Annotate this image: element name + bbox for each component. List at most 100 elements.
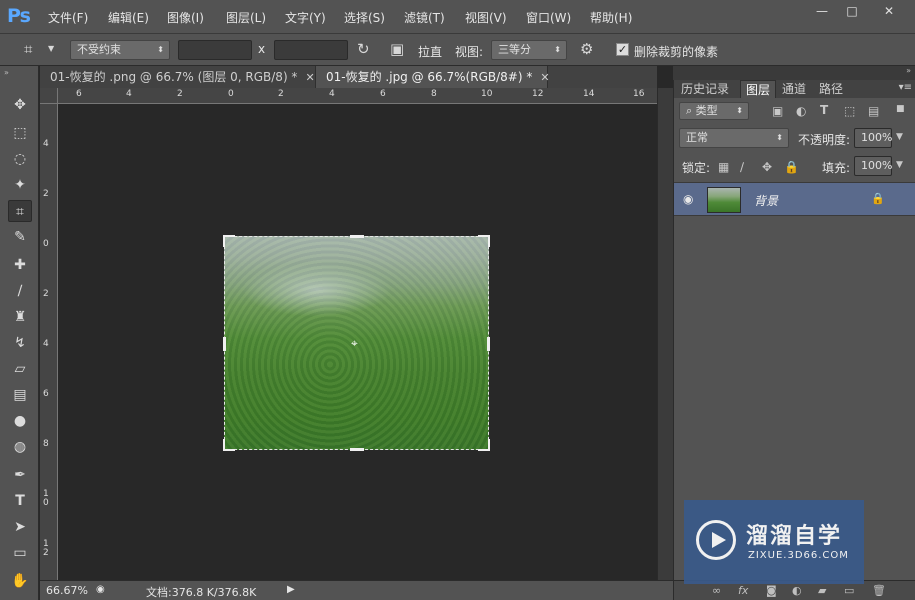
clear-rotate-icon[interactable]: ↻	[357, 40, 370, 58]
tab-paths[interactable]: 路径	[814, 80, 848, 98]
gear-icon[interactable]: ⚙	[580, 40, 593, 58]
chevron-down-icon[interactable]: ▼	[48, 44, 54, 53]
ratio-select[interactable]: 不受约束 ⬍	[70, 40, 170, 60]
menu-type[interactable]: 文字(Y)	[285, 9, 326, 26]
delete-cropped-checkbox[interactable]: ✓	[616, 43, 629, 56]
blur-tool-icon[interactable]: ●	[8, 410, 32, 432]
lock-position-icon[interactable]: ✥	[762, 160, 772, 174]
tab-document-png[interactable]: 01-恢复的 .png @ 66.7% (图层 0, RGB/8) * ✕	[40, 66, 316, 88]
menu-help[interactable]: 帮助(H)	[590, 9, 632, 26]
tab-history[interactable]: 历史记录	[676, 80, 734, 98]
crop-handle[interactable]	[478, 439, 490, 451]
eyedropper-tool-icon[interactable]: ✎	[8, 226, 32, 248]
opacity-input[interactable]: 100%	[854, 128, 892, 148]
menu-edit[interactable]: 编辑(E)	[108, 9, 149, 26]
mask-icon[interactable]: ◙	[766, 584, 777, 597]
type-tool-icon[interactable]: T	[8, 490, 32, 512]
height-input[interactable]	[274, 40, 348, 60]
close-icon[interactable]: ✕	[305, 71, 314, 84]
menu-window[interactable]: 窗口(W)	[526, 9, 571, 26]
tab-document-jpg[interactable]: 01-恢复的 .jpg @ 66.7%(RGB/8#) * ✕	[316, 66, 550, 88]
lasso-tool-icon[interactable]: ◌	[8, 148, 32, 170]
panel-menu-icon[interactable]: ▾≡	[899, 82, 912, 93]
straighten-label[interactable]: 拉直	[418, 43, 442, 60]
trash-icon[interactable]: 🗑	[872, 584, 886, 597]
width-input[interactable]	[178, 40, 252, 60]
gradient-tool-icon[interactable]: ▤	[8, 384, 32, 406]
adjustment-filter-icon[interactable]: ◐	[796, 104, 806, 118]
expand-arrow-icon[interactable]: ▶	[287, 584, 295, 595]
zoom-level[interactable]: 66.67%	[46, 584, 88, 597]
minimize-button[interactable]: —	[808, 2, 836, 20]
menu-select[interactable]: 选择(S)	[344, 9, 385, 26]
eraser-tool-icon[interactable]: ▱	[8, 358, 32, 380]
document-canvas[interactable]: ⌖	[59, 104, 657, 580]
straighten-icon[interactable]: ▣	[390, 40, 404, 58]
crop-handle[interactable]	[478, 235, 490, 247]
shape-filter-icon[interactable]: ⬚	[844, 104, 855, 118]
crop-tool-icon[interactable]: ⌗	[8, 200, 32, 222]
history-brush-tool-icon[interactable]: ↯	[8, 332, 32, 354]
crop-tool-preset-icon[interactable]: ⌗	[24, 40, 32, 58]
filter-toggle-icon[interactable]: ■	[896, 104, 905, 114]
fill-input[interactable]: 100%	[854, 156, 892, 176]
status-bar: 66.67% ◉ 文档:376.8 K/376.8K ▶	[40, 580, 673, 600]
crop-handle[interactable]	[350, 448, 364, 451]
group-folder-icon[interactable]: ▰	[818, 584, 826, 597]
pixel-filter-icon[interactable]: ▣	[772, 104, 783, 118]
dodge-tool-icon[interactable]: ◍	[8, 436, 32, 458]
chevron-down-icon[interactable]: ▼	[896, 132, 903, 142]
lock-all-icon[interactable]: 🔒	[784, 160, 799, 174]
collapse-icon[interactable]: »	[4, 68, 9, 77]
layer-filter-select[interactable]: ⌕ 类型 ⬍	[679, 102, 749, 120]
crop-handle[interactable]	[350, 235, 364, 238]
lock-label: 锁定:	[682, 161, 711, 175]
brush-tool-icon[interactable]: ∕	[8, 280, 32, 302]
crop-handle[interactable]	[487, 337, 490, 351]
menu-layer[interactable]: 图层(L)	[226, 9, 266, 26]
fx-icon[interactable]: fx	[738, 584, 748, 597]
collapse-icon[interactable]: »	[906, 66, 911, 75]
close-icon[interactable]: ✕	[540, 71, 549, 84]
crop-center-icon[interactable]: ⌖	[351, 336, 358, 351]
crop-handle[interactable]	[223, 235, 235, 247]
lock-pixels-icon[interactable]: ∕	[740, 160, 744, 174]
menu-filter[interactable]: 滤镜(T)	[404, 9, 445, 26]
healing-brush-tool-icon[interactable]: ✚	[8, 254, 32, 276]
move-tool-icon[interactable]: ✥	[8, 94, 32, 116]
tab-channels[interactable]: 通道	[777, 80, 811, 98]
chevron-down-icon[interactable]: ▼	[896, 160, 903, 170]
ruler-label: 12	[43, 539, 49, 558]
menu-image[interactable]: 图像(I)	[167, 9, 204, 26]
link-icon[interactable]: ∞	[712, 584, 721, 597]
path-selection-tool-icon[interactable]: ➤	[8, 516, 32, 538]
close-button[interactable]: ✕	[868, 2, 910, 20]
rectangle-tool-icon[interactable]: ▭	[8, 542, 32, 564]
marquee-tool-icon[interactable]: ⬚	[8, 122, 32, 144]
menu-file[interactable]: 文件(F)	[48, 9, 88, 26]
layer-name[interactable]: 背景	[754, 192, 778, 209]
smart-object-filter-icon[interactable]: ▤	[868, 104, 879, 118]
crop-handle[interactable]	[223, 439, 235, 451]
maximize-button[interactable]: □	[838, 2, 866, 20]
ruler-origin[interactable]	[40, 88, 58, 104]
lock-transparent-icon[interactable]: ▦	[718, 160, 729, 174]
view-select[interactable]: 三等分 ⬍	[491, 40, 567, 60]
pen-tool-icon[interactable]: ✒	[8, 464, 32, 486]
new-layer-icon[interactable]: ▭	[844, 584, 854, 597]
canvas-scrollbar[interactable]	[657, 88, 673, 580]
visibility-eye-icon[interactable]: ◉	[683, 192, 693, 206]
app-logo: Ps	[7, 5, 31, 27]
delete-cropped-label: 删除裁剪的像素	[634, 45, 719, 59]
magic-wand-tool-icon[interactable]: ✦	[8, 174, 32, 196]
hand-tool-icon[interactable]: ✋	[8, 570, 32, 592]
type-filter-icon[interactable]: T	[820, 103, 828, 117]
adjustment-layer-icon[interactable]: ◐	[792, 584, 802, 597]
layer-row[interactable]: ◉ 背景 🔒	[674, 182, 915, 216]
menu-view[interactable]: 视图(V)	[465, 9, 507, 26]
stamp-tool-icon[interactable]: ♜	[8, 306, 32, 328]
tab-layers[interactable]: 图层	[740, 80, 777, 98]
export-icon[interactable]: ◉	[96, 584, 105, 595]
blend-mode-select[interactable]: 正常 ⬍	[679, 128, 789, 148]
crop-handle[interactable]	[223, 337, 226, 351]
